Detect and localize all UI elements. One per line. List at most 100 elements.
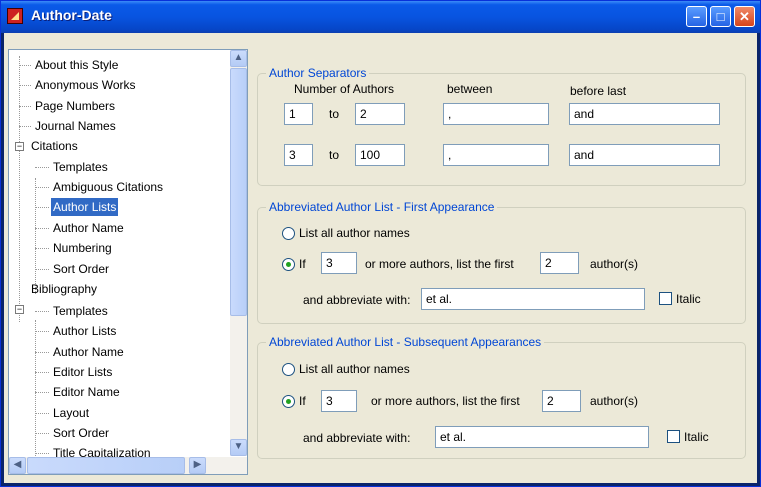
first-appearance-legend: Abbreviated Author List - First Appearan… [266, 200, 498, 214]
row2-between-input[interactable] [443, 144, 549, 166]
first-authors-suffix-label: author(s) [590, 257, 639, 271]
row1-between-input[interactable] [443, 103, 549, 125]
subsequent-authors-suffix-label: author(s) [590, 394, 639, 408]
before-last-header: before last [570, 84, 627, 98]
subsequent-italic-checkbox[interactable] [667, 430, 680, 443]
scroll-right-button[interactable]: ▶ [189, 457, 206, 474]
tree-item-bibliography[interactable]: Bibliography [29, 280, 99, 298]
tree-item-journal-names[interactable]: Journal Names [33, 117, 118, 135]
tree-connector [35, 269, 49, 270]
row1-to-input[interactable] [355, 103, 405, 125]
subsequent-if-label[interactable]: If [299, 394, 306, 408]
minimize-button[interactable]: – [686, 6, 707, 27]
subsequent-appearances-legend: Abbreviated Author List - Subsequent App… [266, 335, 545, 349]
tree-item-about-this-style[interactable]: About this Style [33, 56, 120, 74]
tree-connector [19, 106, 31, 107]
scroll-down-button[interactable]: ▼ [230, 439, 247, 456]
tree-vertical-scrollbar[interactable]: ▲ ▼ [230, 50, 247, 456]
tree-item-bibliography-sort-order[interactable]: Sort Order [51, 424, 111, 442]
title-bar[interactable]: Author-Date – □ ✕ [1, 1, 760, 33]
client-area: − − About this Style Anonymous Works Pag… [4, 33, 757, 483]
tree-item-citations-templates[interactable]: Templates [51, 158, 110, 176]
app-icon [7, 8, 23, 24]
subsequent-if-radio[interactable] [282, 395, 295, 408]
row2-to-input[interactable] [355, 144, 405, 166]
tree-connector [19, 65, 31, 66]
row2-before-last-input[interactable] [569, 144, 720, 166]
between-header: between [447, 82, 493, 96]
horizontal-scroll-thumb[interactable] [27, 457, 185, 474]
first-more-authors-label: or more authors, list the first [365, 257, 514, 271]
tree-item-citations-author-name[interactable]: Author Name [51, 219, 126, 237]
tree-connector [35, 372, 49, 373]
tree-item-bibliography-author-name[interactable]: Author Name [51, 343, 126, 361]
row2-from-input[interactable] [284, 144, 313, 166]
tree-connector [35, 248, 49, 249]
first-if-radio[interactable] [282, 258, 295, 271]
first-abbreviate-label: and abbreviate with: [303, 293, 411, 307]
tree-connector [35, 187, 49, 188]
tree-item-page-numbers[interactable]: Page Numbers [33, 97, 117, 115]
subsequent-italic-label[interactable]: Italic [684, 430, 709, 444]
tree-horizontal-scrollbar[interactable]: ◀ ▶ [9, 457, 247, 474]
tree-connector [19, 126, 31, 127]
first-list-all-radio[interactable] [282, 227, 295, 240]
tree-item-citations-sort-order[interactable]: Sort Order [51, 260, 111, 278]
app-window: Author-Date – □ ✕ − − About this Style A… [0, 0, 761, 487]
tree-connector [35, 167, 49, 168]
citations-collapse-toggle[interactable]: − [15, 142, 24, 151]
tree-connector [35, 352, 49, 353]
tree-item-numbering[interactable]: Numbering [51, 239, 114, 257]
row1-from-input[interactable] [284, 103, 313, 125]
first-abbreviate-input[interactable] [421, 288, 645, 310]
tree-connector [35, 228, 49, 229]
subsequent-list-all-radio[interactable] [282, 363, 295, 376]
maximize-button[interactable]: □ [710, 6, 731, 27]
tree-item-citations[interactable]: Citations [29, 137, 80, 155]
first-if-count-input[interactable] [321, 252, 357, 274]
tree-connector [35, 433, 49, 434]
first-italic-checkbox[interactable] [659, 292, 672, 305]
first-list-first-input[interactable] [540, 252, 579, 274]
row2-to-label: to [329, 148, 340, 162]
tree-connector [35, 320, 36, 474]
vertical-scroll-thumb[interactable] [230, 68, 247, 316]
scroll-up-button[interactable]: ▲ [230, 50, 247, 67]
subsequent-more-authors-label: or more authors, list the first [371, 394, 520, 408]
tree-connector [35, 413, 49, 414]
author-separators-group: Author Separators Number of Authors betw… [257, 66, 746, 186]
subsequent-if-count-input[interactable] [321, 390, 357, 412]
tree-item-citations-author-lists[interactable]: Author Lists [51, 198, 119, 216]
row1-before-last-input[interactable] [569, 103, 720, 125]
tree-connector [19, 56, 20, 322]
tree-item-anonymous-works[interactable]: Anonymous Works [33, 76, 137, 94]
subsequent-abbreviate-input[interactable] [435, 426, 649, 448]
first-italic-label[interactable]: Italic [676, 292, 701, 306]
tree-item-editor-lists[interactable]: Editor Lists [51, 363, 114, 381]
subsequent-list-first-input[interactable] [542, 390, 581, 412]
tree-item-ambiguous-citations[interactable]: Ambiguous Citations [51, 178, 165, 196]
window-title: Author-Date [31, 7, 112, 23]
tree-item-bibliography-templates[interactable]: Templates [51, 302, 110, 320]
tree-item-layout[interactable]: Layout [51, 404, 91, 422]
tree-item-bibliography-author-lists[interactable]: Author Lists [51, 322, 118, 340]
row1-to-label: to [329, 107, 340, 121]
bibliography-collapse-toggle[interactable]: − [15, 305, 24, 314]
subsequent-appearances-group: Abbreviated Author List - Subsequent App… [257, 335, 746, 459]
tree-connector [35, 331, 49, 332]
subsequent-abbreviate-label: and abbreviate with: [303, 431, 411, 445]
tree-connector [19, 85, 31, 86]
tree-item-editor-name[interactable]: Editor Name [51, 383, 122, 401]
tree-connector [35, 207, 49, 208]
style-tree: − − About this Style Anonymous Works Pag… [8, 49, 248, 475]
tree-connector [35, 453, 49, 454]
subsequent-list-all-label[interactable]: List all author names [299, 362, 410, 376]
first-if-label[interactable]: If [299, 257, 306, 271]
number-of-authors-header: Number of Authors [294, 82, 395, 96]
tree-connector [35, 178, 36, 294]
tree-connector [35, 392, 49, 393]
scroll-left-button[interactable]: ◀ [9, 457, 26, 474]
close-button[interactable]: ✕ [734, 6, 755, 27]
first-appearance-group: Abbreviated Author List - First Appearan… [257, 200, 746, 324]
first-list-all-label[interactable]: List all author names [299, 226, 410, 240]
